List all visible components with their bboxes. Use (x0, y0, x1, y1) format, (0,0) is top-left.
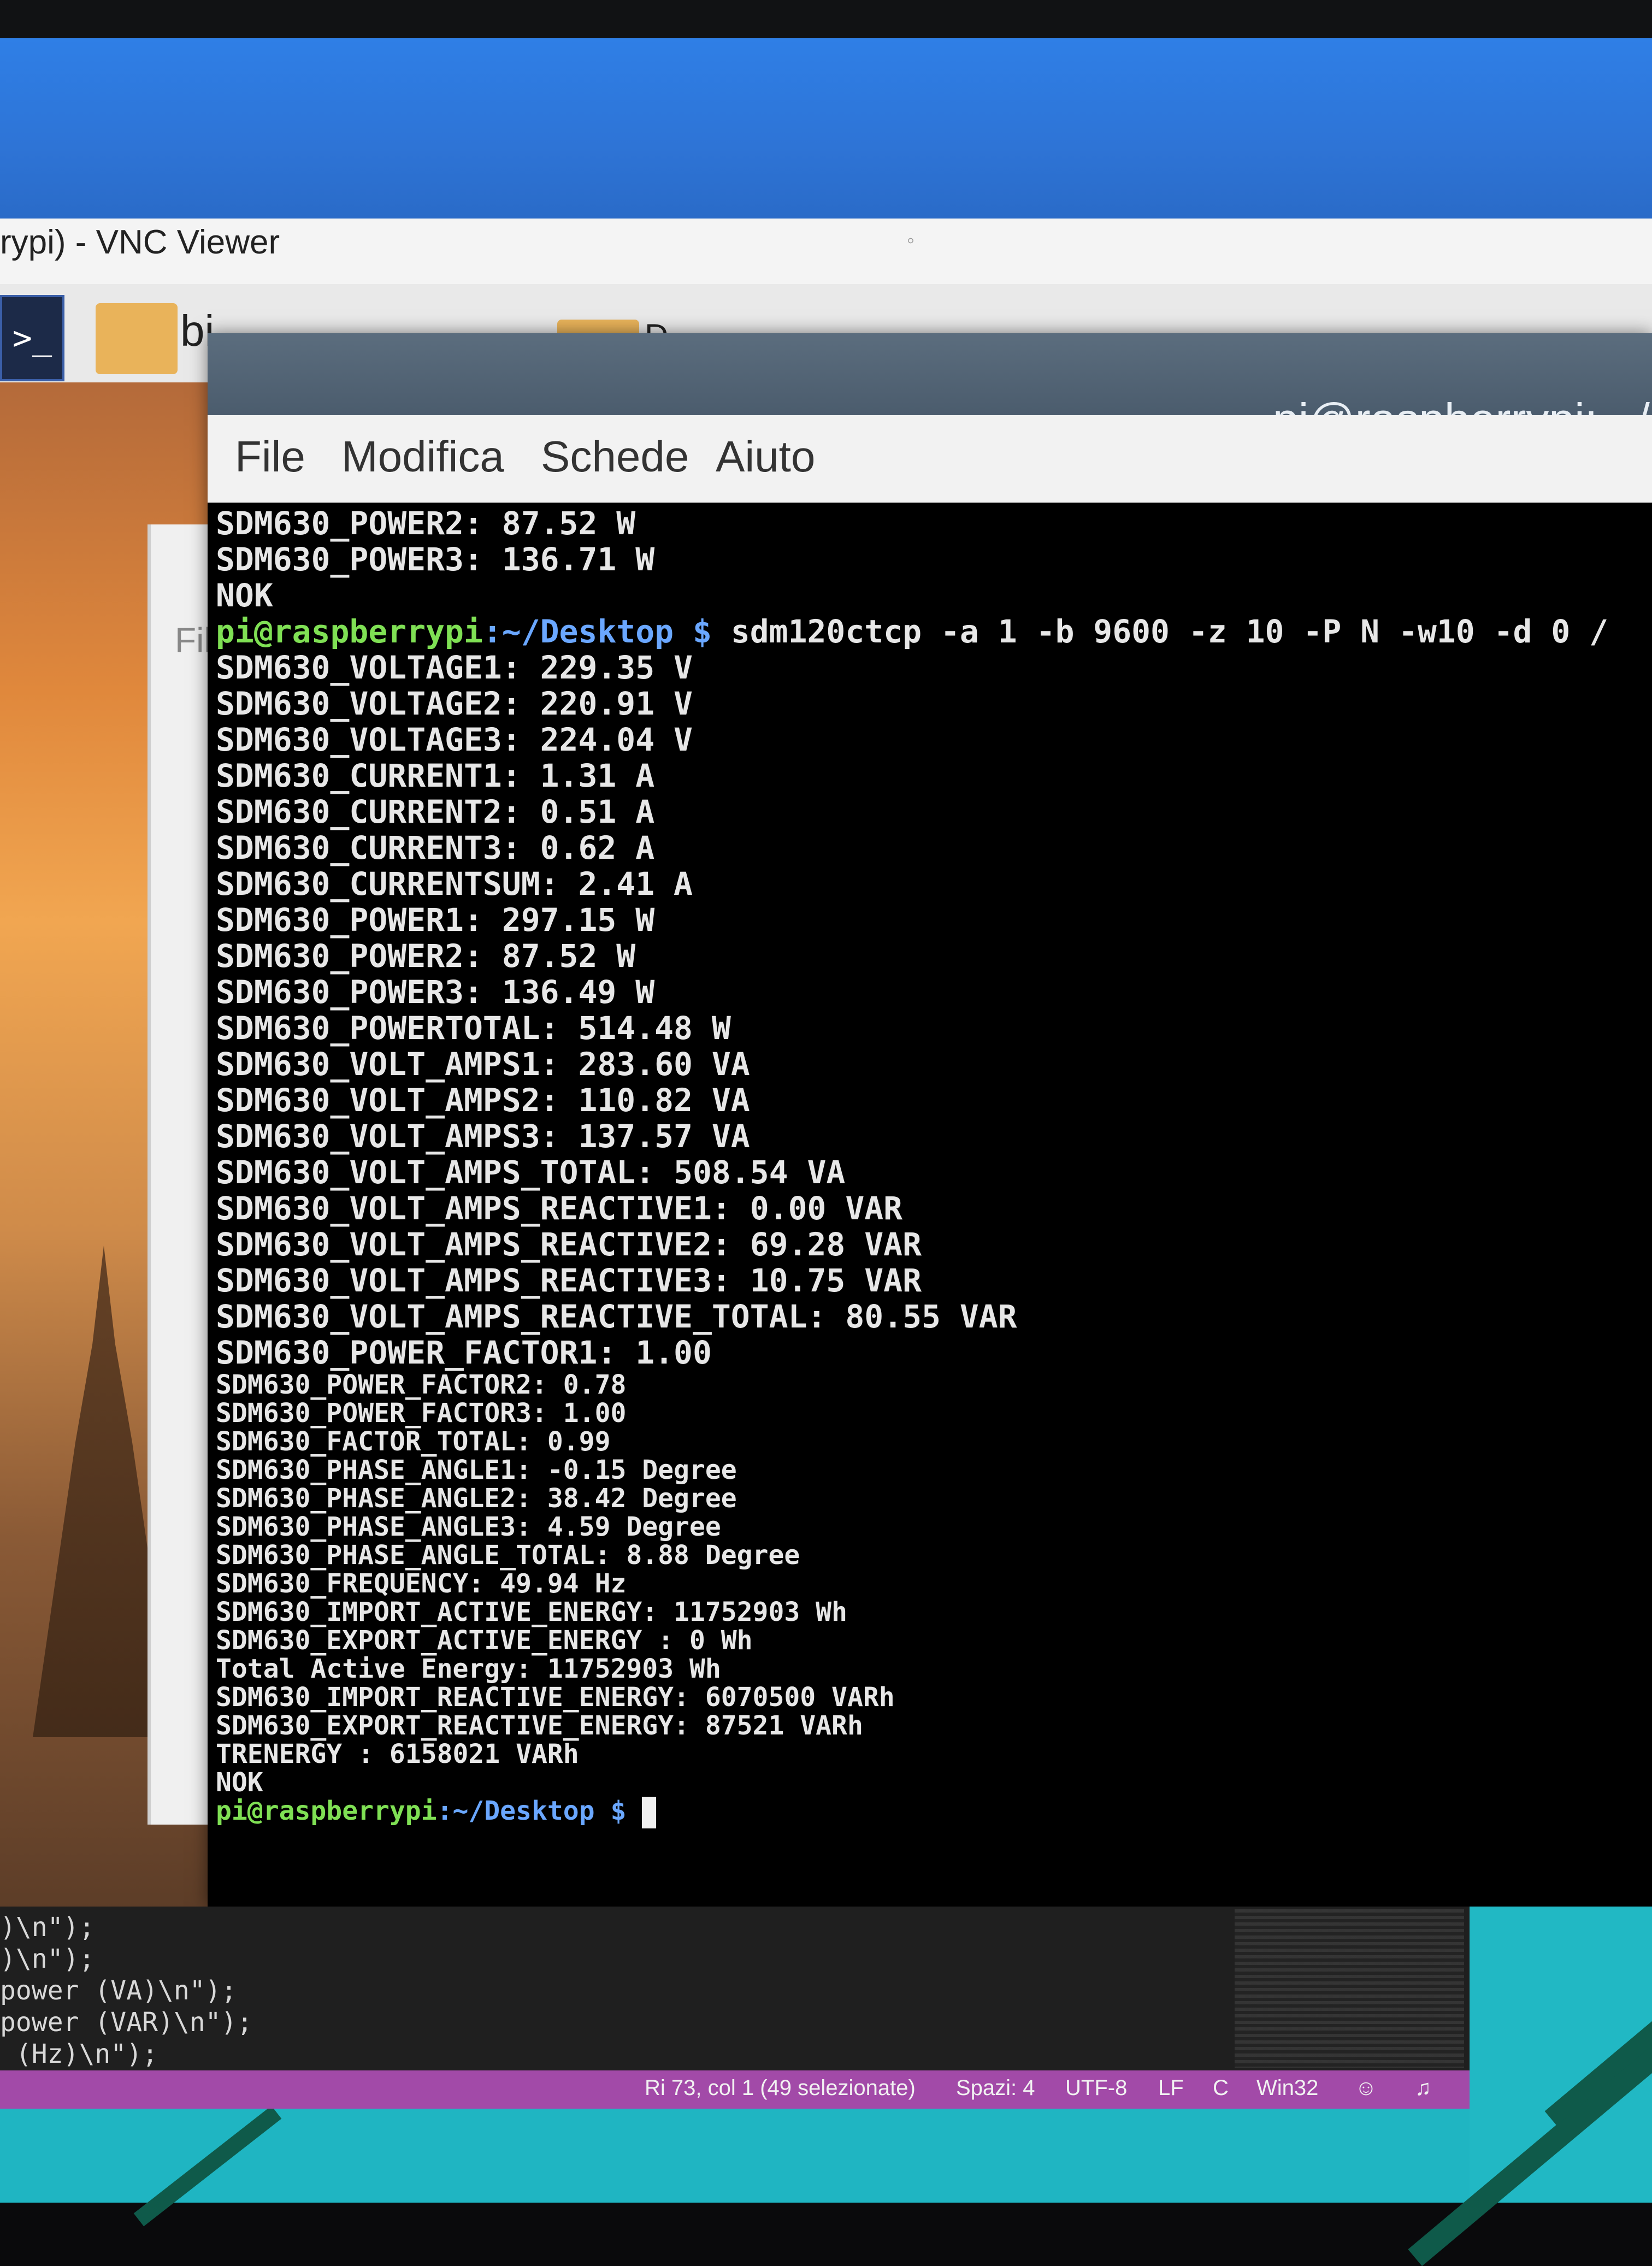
terminal-line: SDM630_POWER2: 87.52 W (216, 937, 636, 975)
terminal-line: SDM630_POWERTOTAL: 514.48 W (216, 1010, 731, 1047)
terminal-line: SDM630_EXPORT_ACTIVE_ENERGY : 0 Wh (216, 1625, 753, 1656)
code-line: )\n"); (0, 1912, 95, 1943)
feedback-icon[interactable]: ☺ (1355, 2076, 1377, 2100)
command-line: pi@raspberrypi:~/Desktop $ sdm120ctcp -a… (216, 613, 1647, 650)
terminal-line: SDM630_CURRENTSUM: 2.41 A (216, 865, 693, 902)
command-text: sdm120ctcp -a 1 -b 9600 -z 10 -P N -w10 … (711, 613, 1609, 650)
terminal-line: SDM630_VOLT_AMPS3: 137.57 VA (216, 1118, 750, 1155)
terminal-line: SDM630_POWER_FACTOR3: 1.00 (216, 1398, 627, 1429)
terminal-line: SDM630_IMPORT_REACTIVE_ENERGY: 6070500 V… (216, 1682, 895, 1713)
terminal-line: SDM630_VOLTAGE2: 220.91 V (216, 685, 693, 722)
final-prompt-line[interactable]: pi@raspberrypi:~/Desktop $ (216, 1797, 1647, 1828)
final-prompt-path: :~/Desktop $ (436, 1796, 627, 1826)
terminal-line: SDM630_CURRENT1: 1.31 A (216, 757, 655, 794)
terminal-line: SDM630_POWER1: 297.15 W (216, 901, 655, 939)
terminal-line: SDM630_POWER3: 136.71 W (216, 541, 655, 578)
terminal-line: SDM630_PHASE_ANGLE_TOTAL: 8.88 Degree (216, 1540, 800, 1571)
terminal-line: SDM630_CURRENT3: 0.62 A (216, 829, 655, 866)
terminal-line: SDM630_POWER_FACTOR2: 0.78 (216, 1370, 627, 1400)
terminal-line: SDM630_PHASE_ANGLE3: 4.59 Degree (216, 1512, 721, 1542)
notification-bell-icon[interactable]: ♫ (1415, 2076, 1431, 2100)
code-line: (Hz)\n"); (0, 2039, 158, 2069)
terminal-line: SDM630_VOLT_AMPS_REACTIVE_TOTAL: 80.55 V… (216, 1298, 1017, 1335)
terminal-line: SDM630_VOLT_AMPS_TOTAL: 508.54 VA (216, 1154, 846, 1191)
terminal-line: SDM630_PHASE_ANGLE2: 38.42 Degree (216, 1483, 737, 1514)
terminal-launcher-icon[interactable]: >_ (0, 295, 64, 381)
menu-modifica[interactable]: Modifica (341, 432, 504, 482)
status-platform[interactable]: Win32 (1256, 2076, 1318, 2100)
terminal-line: SDM630_VOLT_AMPS_REACTIVE3: 10.75 VAR (216, 1262, 922, 1299)
terminal-line: SDM630_CURRENT2: 0.51 A (216, 793, 655, 830)
status-language[interactable]: C (1213, 2076, 1229, 2100)
prompt-path: :~/Desktop $ (482, 613, 712, 650)
terminal-cursor (642, 1797, 657, 1828)
vnc-window-title: rypi) - VNC Viewer (0, 223, 280, 261)
folder-icon[interactable] (96, 303, 178, 374)
terminal-line: SDM630_VOLTAGE1: 229.35 V (216, 649, 693, 686)
terminal-output[interactable]: SDM630_POWER2: 87.52 W SDM630_POWER3: 136… (216, 505, 1647, 1896)
menu-schede[interactable]: Schede (541, 432, 689, 482)
prompt-user: pi@raspberrypi (216, 613, 483, 650)
terminal-line: SDM630_POWER2: 87.52 W (216, 505, 636, 542)
terminal-line: Total Active Energy: 11752903 Wh (216, 1654, 721, 1684)
terminal-line: SDM630_FREQUENCY: 49.94 Hz (216, 1568, 627, 1599)
terminal-line: NOK (216, 1767, 263, 1798)
terminal-line: SDM630_VOLT_AMPS2: 110.82 VA (216, 1082, 750, 1119)
terminal-line: SDM630_VOLT_AMPS_REACTIVE2: 69.28 VAR (216, 1226, 922, 1263)
vnc-menu-dot-icon[interactable]: ◦ (907, 229, 929, 251)
terminal-line: SDM630_VOLT_AMPS_REACTIVE1: 0.00 VAR (216, 1190, 903, 1227)
terminal-line: SDM630_VOLT_AMPS1: 283.60 VA (216, 1046, 750, 1083)
status-indent[interactable]: Spazi: 4 (956, 2076, 1035, 2100)
final-prompt-user: pi@raspberrypi (216, 1796, 437, 1826)
host-window-frame (0, 38, 1652, 219)
menu-file[interactable]: File (235, 432, 305, 482)
status-encoding[interactable]: UTF-8 (1065, 2076, 1127, 2100)
terminal-line: TRENERGY : 6158021 VARh (216, 1739, 579, 1769)
terminal-line: SDM630_EXPORT_REACTIVE_ENERGY: 87521 VAR… (216, 1710, 863, 1741)
terminal-line: SDM630_PHASE_ANGLE1: -0.15 Degree (216, 1455, 737, 1485)
code-line: power (VA)\n"); (0, 1975, 237, 2006)
editor-minimap[interactable] (1235, 1909, 1464, 2068)
terminal-line: SDM630_VOLTAGE3: 224.04 V (216, 721, 693, 758)
code-line: )\n"); (0, 1944, 95, 1974)
status-cursor-position[interactable]: Ri 73, col 1 (49 selezionate) (645, 2076, 916, 2100)
terminal-line: SDM630_FACTOR_TOTAL: 0.99 (216, 1426, 611, 1457)
terminal-line: SDM630_POWER_FACTOR1: 1.00 (216, 1334, 712, 1371)
file-manager-label: Fil (175, 621, 212, 660)
terminal-line: SDM630_IMPORT_ACTIVE_ENERGY: 11752903 Wh (216, 1597, 847, 1627)
code-line: power (VAR)\n"); (0, 2007, 253, 2038)
terminal-line: SDM630_POWER3: 136.49 W (216, 973, 655, 1011)
host-desktop-background (0, 2109, 1652, 2203)
status-eol[interactable]: LF (1158, 2076, 1184, 2100)
menu-aiuto[interactable]: Aiuto (716, 432, 815, 482)
terminal-line: NOK (216, 577, 273, 614)
monitor-bezel (0, 0, 1652, 38)
